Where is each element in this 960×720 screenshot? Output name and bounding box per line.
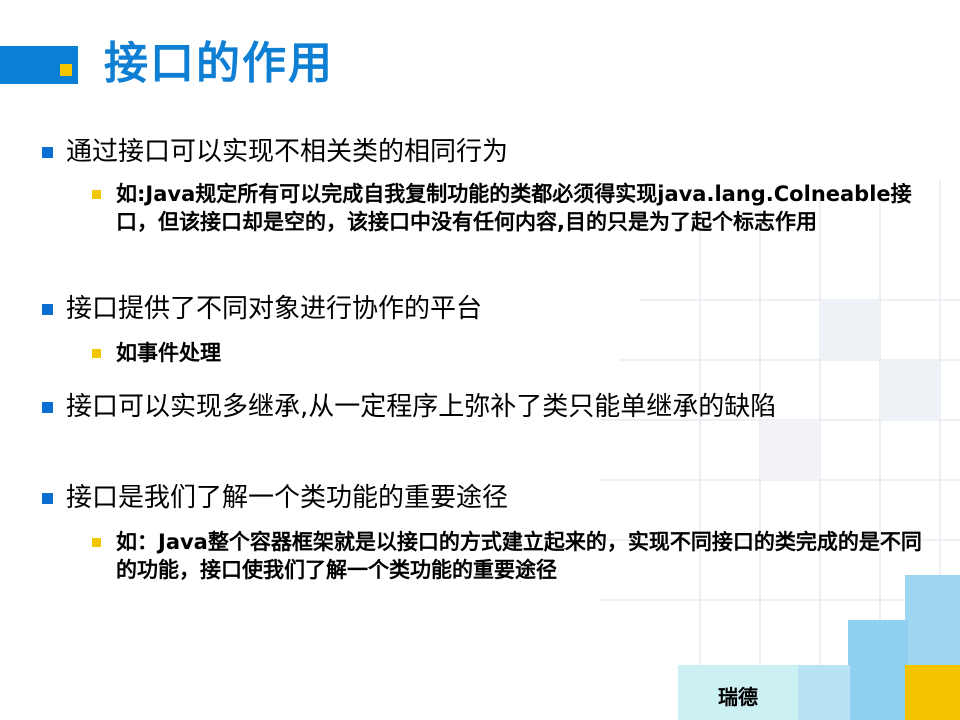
- bullet-2-text: 接口提供了不同对象进行协作的平台: [66, 294, 483, 324]
- sub-bullet-marker: [92, 190, 101, 199]
- bullet-marker: [42, 493, 53, 504]
- bullet-1-text: 通过接口可以实现不相关类的相同行为: [66, 137, 509, 167]
- bullet-3: 接口可以实现多继承,从一定程序上弥补了类只能单继承的缺陷: [42, 390, 926, 424]
- bullet-4-text: 接口是我们了解一个类功能的重要途径: [66, 483, 509, 513]
- title-accent-square: [60, 64, 72, 76]
- footer-box: 瑞德: [678, 665, 798, 720]
- bullet-2: 接口提供了不同对象进行协作的平台: [42, 292, 926, 326]
- bullet-1-sub-1-text: 如:Java规定所有可以完成自我复制功能的类都必须得实现java.lang.Co…: [116, 182, 912, 234]
- bullet-4: 接口是我们了解一个类功能的重要途径: [42, 481, 926, 515]
- bullet-1: 通过接口可以实现不相关类的相同行为: [42, 135, 926, 169]
- bullet-marker: [42, 147, 53, 158]
- bullet-3-text: 接口可以实现多继承,从一定程序上弥补了类只能单继承的缺陷: [66, 392, 777, 422]
- bullet-4-sub-1: 如：Java整个容器框架就是以接口的方式建立起来的，实现不同接口的类完成的是不同…: [92, 528, 931, 584]
- sub-bullet-marker: [92, 349, 101, 358]
- slide-title: 接口的作用: [104, 38, 334, 89]
- bullet-marker: [42, 304, 53, 315]
- bullet-2-sub-1-text: 如事件处理: [116, 341, 221, 365]
- sub-bullet-marker: [92, 538, 101, 547]
- bullet-4-sub-1-text: 如：Java整个容器框架就是以接口的方式建立起来的，实现不同接口的类完成的是不同…: [116, 530, 922, 582]
- bullet-2-sub-1: 如事件处理: [92, 339, 931, 367]
- bullet-1-sub-1: 如:Java规定所有可以完成自我复制功能的类都必须得实现java.lang.Co…: [92, 180, 931, 236]
- footer-label: 瑞德: [718, 685, 758, 709]
- bullet-marker: [42, 402, 53, 413]
